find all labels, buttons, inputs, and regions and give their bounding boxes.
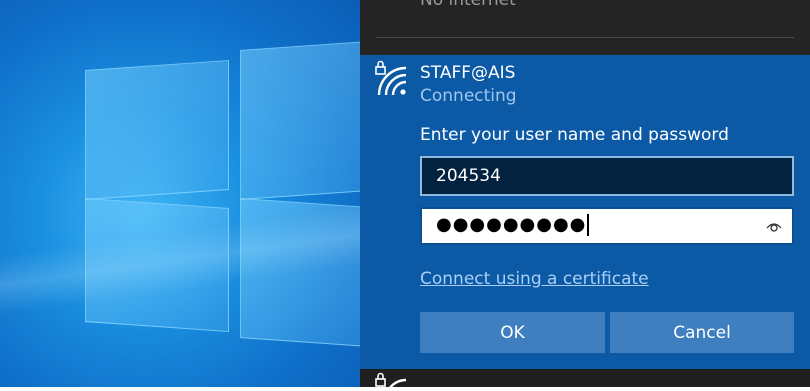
eye-icon[interactable]: [766, 219, 782, 233]
secured-wifi-icon: [375, 372, 407, 391]
password-input[interactable]: ●●●●●●●●●: [420, 207, 794, 245]
secured-wifi-icon: [375, 60, 407, 96]
network-flyout: No internet STAFF@AIS Connecting Enter y…: [360, 0, 810, 391]
credentials-prompt: Enter your user name and password: [420, 125, 729, 145]
next-network-item[interactable]: [360, 369, 810, 391]
previous-network-status: No internet: [420, 0, 516, 10]
username-input[interactable]: [420, 156, 794, 196]
previous-network-item[interactable]: No internet: [360, 0, 810, 55]
ok-button[interactable]: OK: [420, 312, 605, 353]
connect-certificate-link[interactable]: Connect using a certificate: [420, 269, 649, 289]
desktop-wallpaper: [0, 0, 360, 387]
text-caret: [587, 214, 590, 236]
selected-network-item: STAFF@AIS Connecting Enter your user nam…: [360, 55, 810, 369]
password-value: ●●●●●●●●●: [436, 214, 587, 235]
cancel-button[interactable]: Cancel: [610, 312, 794, 353]
network-status: Connecting: [420, 86, 517, 106]
divider: [376, 37, 794, 38]
network-name: STAFF@AIS: [420, 63, 516, 83]
